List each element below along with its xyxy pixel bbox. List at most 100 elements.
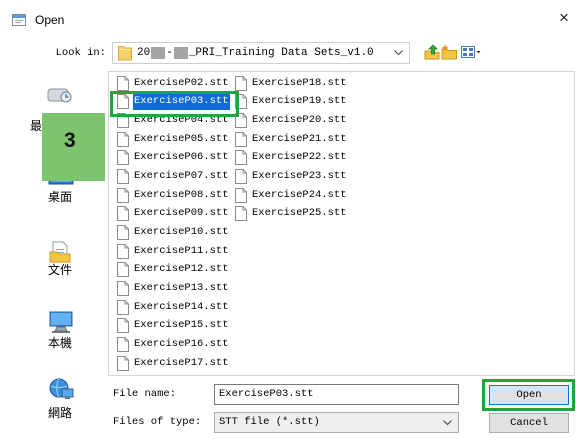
stt-file-icon	[117, 75, 129, 91]
stt-file-icon	[117, 131, 129, 147]
file-name-text: ExerciseP02.stt	[134, 76, 229, 89]
places-item-label: 本機	[47, 336, 72, 350]
folder-icon	[118, 45, 132, 61]
file-item[interactable]: ExerciseP06.stt	[117, 149, 229, 166]
chevron-down-icon[interactable]	[394, 50, 403, 56]
computer-icon	[47, 309, 75, 335]
file-item[interactable]: ExerciseP07.stt	[117, 168, 229, 185]
close-button[interactable]: ×	[556, 8, 572, 28]
file-item[interactable]: ExerciseP22.stt	[235, 149, 347, 166]
file-name-text: ExerciseP15.stt	[134, 319, 229, 332]
file-item[interactable]: ExerciseP14.stt	[117, 299, 229, 316]
file-item[interactable]: ExerciseP15.stt	[117, 317, 229, 334]
up-one-level-icon[interactable]	[424, 44, 440, 60]
file-item[interactable]: ExerciseP08.stt	[117, 187, 229, 204]
stt-file-icon	[235, 168, 247, 184]
file-name-text: ExerciseP16.stt	[134, 337, 229, 350]
file-name-text: ExerciseP06.stt	[134, 151, 229, 164]
file-item[interactable]: ExerciseP19.stt	[235, 93, 347, 110]
stt-file-icon	[117, 243, 129, 259]
places-item-label: 文件	[47, 263, 72, 277]
file-name-text: ExerciseP19.stt	[252, 95, 347, 108]
file-name-text: ExerciseP24.stt	[252, 188, 347, 201]
file-item[interactable]: ExerciseP18.stt	[235, 75, 347, 92]
stt-file-icon	[117, 262, 129, 278]
file-name-text: ExerciseP23.stt	[252, 169, 347, 182]
file-item[interactable]: ExerciseP09.stt	[117, 205, 229, 222]
look-in-path: 20 - _PRI_Training Data Sets_v1.0	[137, 43, 374, 63]
path-segment: -	[166, 47, 173, 59]
file-name-label: File name:	[113, 388, 177, 400]
look-in-dropdown[interactable]: 20 - _PRI_Training Data Sets_v1.0	[112, 42, 410, 64]
file-name-text: ExerciseP21.stt	[252, 132, 347, 145]
selected-file-highlight	[110, 91, 239, 117]
stt-file-icon	[117, 336, 129, 352]
stt-file-icon	[117, 206, 129, 222]
network-icon	[47, 377, 75, 403]
open-button-highlight	[482, 379, 575, 411]
file-name-input[interactable]: ExerciseP03.stt	[214, 384, 459, 405]
file-item[interactable]: ExerciseP05.stt	[117, 131, 229, 148]
stt-file-icon	[235, 131, 247, 147]
file-item[interactable]: ExerciseP23.stt	[235, 168, 347, 185]
stt-file-icon	[117, 355, 129, 371]
file-name-text: ExerciseP18.stt	[252, 76, 347, 89]
step-number: 3	[64, 129, 76, 152]
documents-icon	[49, 240, 71, 264]
file-item[interactable]: ExerciseP25.stt	[235, 205, 347, 222]
file-name-text: ExerciseP10.stt	[134, 225, 229, 238]
file-name-text: ExerciseP09.stt	[134, 207, 229, 220]
stt-file-icon	[117, 280, 129, 296]
stt-file-icon	[117, 224, 129, 240]
stt-file-icon	[235, 187, 247, 203]
view-menu-icon[interactable]	[460, 44, 482, 60]
look-in-label: Look in:	[55, 47, 106, 59]
window-title: Open	[35, 13, 65, 27]
file-item[interactable]: ExerciseP21.stt	[235, 131, 347, 148]
file-name-text: ExerciseP07.stt	[134, 169, 229, 182]
stt-file-icon	[235, 75, 247, 91]
file-item[interactable]: ExerciseP20.stt	[235, 112, 347, 129]
stt-file-icon	[235, 206, 247, 222]
stt-file-icon	[117, 168, 129, 184]
file-name-text: ExerciseP17.stt	[134, 356, 229, 369]
places-item-label: 網路	[47, 406, 72, 420]
places-item-label: 桌面	[47, 190, 72, 204]
file-type-dropdown[interactable]: STT file (*.stt)	[214, 412, 459, 433]
file-name-text: ExerciseP11.stt	[134, 244, 229, 257]
step-marker: 3	[42, 113, 105, 181]
file-type-label: Files of type:	[113, 416, 202, 428]
path-segment: _PRI_Training Data Sets_v1.0	[188, 47, 374, 59]
chevron-down-icon[interactable]	[443, 420, 452, 426]
file-name-text: ExerciseP14.stt	[134, 300, 229, 313]
cancel-button[interactable]: Cancel	[489, 413, 569, 433]
file-name-text: ExerciseP20.stt	[252, 113, 347, 126]
redaction-block	[151, 47, 166, 59]
file-item[interactable]: ExerciseP11.stt	[117, 243, 229, 260]
stt-file-icon	[117, 318, 129, 334]
file-name-text: ExerciseP25.stt	[252, 207, 347, 220]
recent-places-icon	[46, 86, 74, 104]
stt-file-icon	[235, 150, 247, 166]
file-name-text: ExerciseP13.stt	[134, 281, 229, 294]
stt-file-icon	[117, 299, 129, 315]
file-item[interactable]: ExerciseP16.stt	[117, 336, 229, 353]
new-folder-icon[interactable]	[441, 44, 459, 60]
file-name-text: ExerciseP08.stt	[134, 188, 229, 201]
file-item[interactable]: ExerciseP10.stt	[117, 224, 229, 241]
redaction-block	[173, 47, 188, 59]
stt-file-icon	[117, 150, 129, 166]
path-segment: 20	[137, 47, 151, 59]
file-item[interactable]: ExerciseP12.stt	[117, 261, 229, 278]
file-item[interactable]: ExerciseP24.stt	[235, 187, 347, 204]
open-file-dialog: Open × Look in: 20 - _PRI_Training Data …	[0, 0, 576, 439]
open-dialog-icon	[11, 12, 27, 28]
file-name-text: ExerciseP12.stt	[134, 263, 229, 276]
file-name-text: ExerciseP05.stt	[134, 132, 229, 145]
file-item[interactable]: ExerciseP02.stt	[117, 75, 229, 92]
file-name-text: ExerciseP22.stt	[252, 151, 347, 164]
file-item[interactable]: ExerciseP17.stt	[117, 355, 229, 372]
places-item-label: 最	[30, 119, 43, 133]
stt-file-icon	[117, 187, 129, 203]
file-item[interactable]: ExerciseP13.stt	[117, 280, 229, 297]
